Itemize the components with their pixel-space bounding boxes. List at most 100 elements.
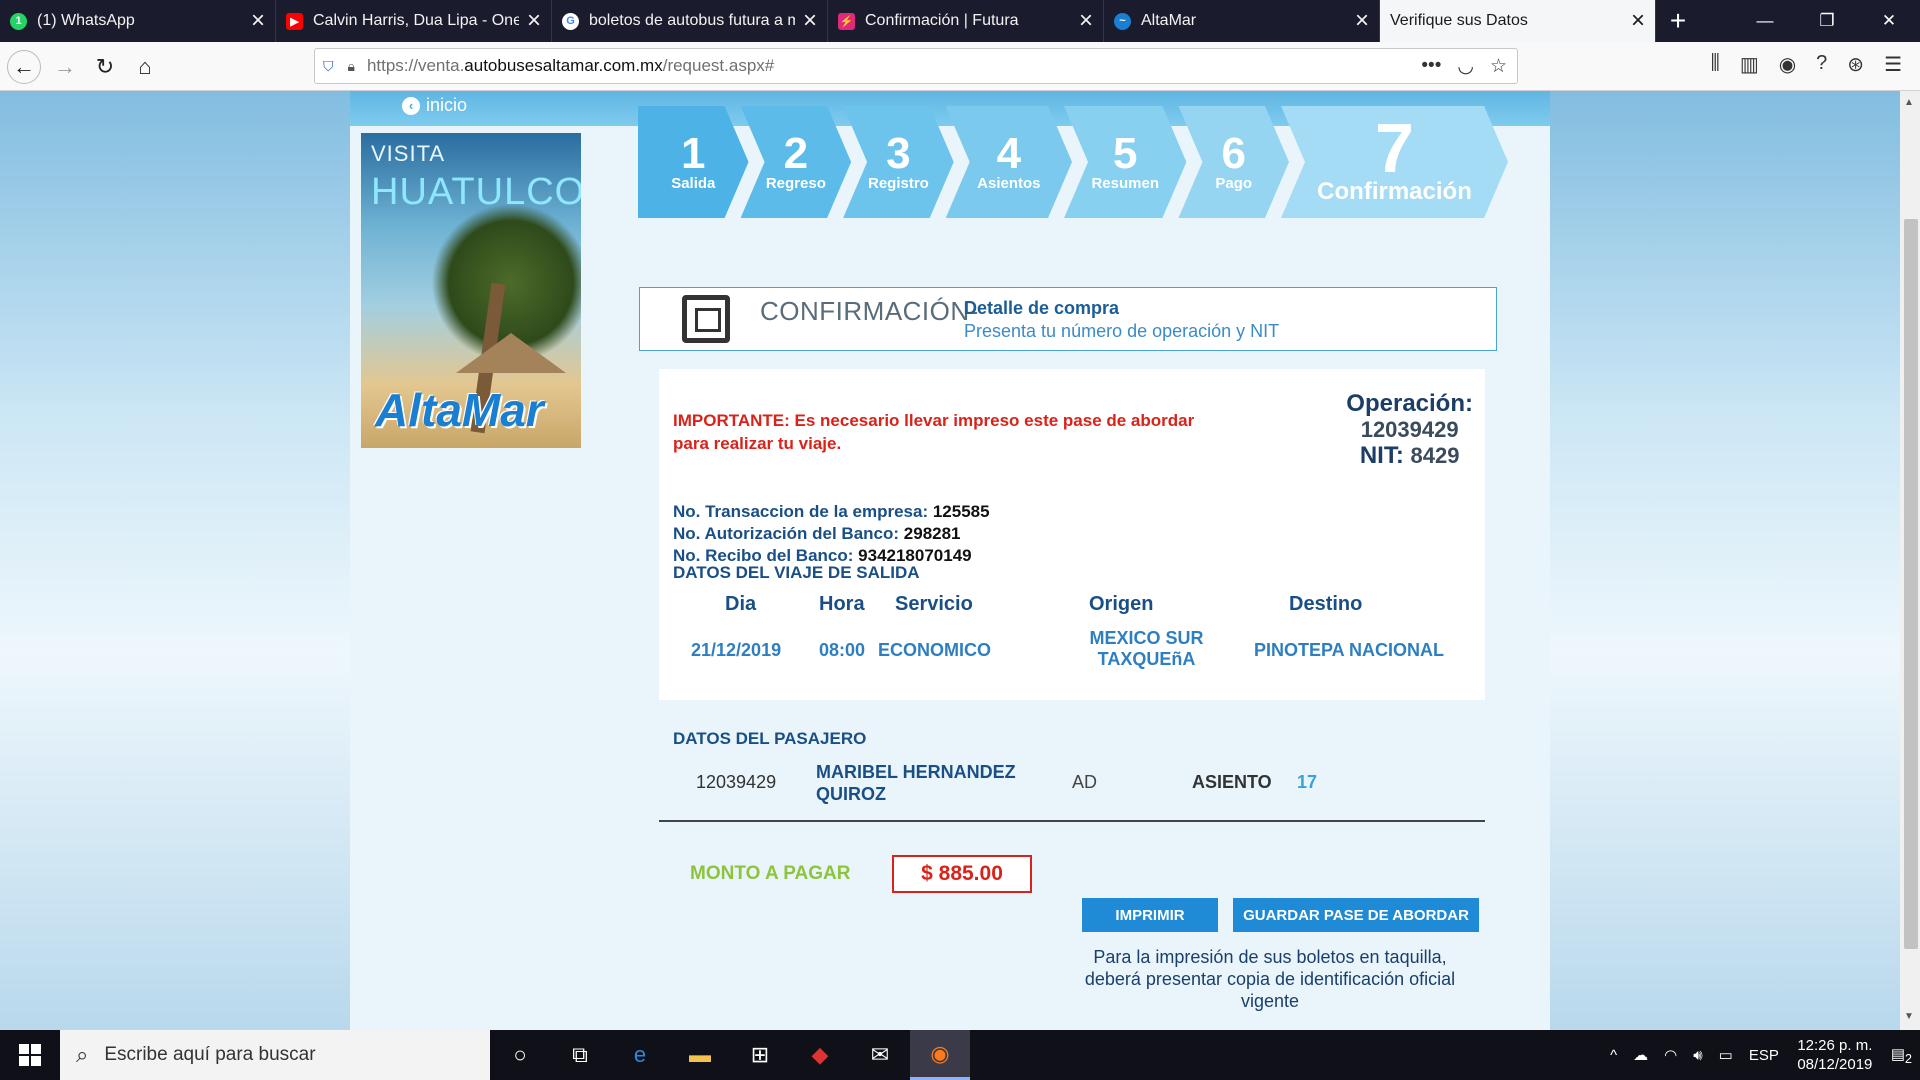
tracking-shield-icon[interactable]: ⛉ [323, 58, 334, 75]
page-viewport: ‹ inicio VISITA HUATULCO AltaMar 1 Salida… [0, 91, 1900, 1030]
windows-logo-icon [19, 1044, 41, 1066]
close-window-icon[interactable]: ✕ [1858, 0, 1920, 42]
print-button[interactable]: IMPRIMIR [1082, 898, 1218, 932]
close-tab-icon[interactable]: × [1079, 9, 1093, 33]
notifications-icon[interactable]: ▤2 [1891, 1045, 1912, 1066]
browser-tab[interactable]: ⚡ Confirmación | Futura × [828, 0, 1104, 42]
search-placeholder: Escribe aquí para buscar [104, 1044, 316, 1065]
scroll-up-icon[interactable]: ▲ [1904, 97, 1914, 108]
minimize-icon[interactable]: — [1734, 0, 1796, 42]
extension-icon[interactable]: ⊛ [1847, 52, 1864, 77]
browser-tab[interactable]: 1 (1) WhatsApp × [0, 0, 276, 42]
autorizacion-value: 298281 [903, 524, 961, 543]
whatsapp-icon: 1 [10, 12, 27, 30]
battery-icon[interactable]: ▭ [1719, 1046, 1733, 1064]
reload-icon[interactable]: ↻ [88, 50, 122, 84]
close-tab-icon[interactable]: × [251, 9, 265, 33]
sidebar-icon[interactable]: ▥ [1740, 52, 1759, 77]
close-tab-icon[interactable]: × [527, 9, 541, 33]
trip-header-dia: Dia [725, 593, 757, 615]
altamar-logo: AltaMar [375, 384, 544, 436]
firefox-icon[interactable]: ◉ [910, 1030, 970, 1080]
page-scrollbar[interactable]: ▲ ▼ [1900, 91, 1920, 1030]
search-icon: ⌕ [76, 1042, 89, 1067]
cloud-icon[interactable]: ☁ [1633, 1046, 1648, 1064]
google-icon: G [562, 12, 579, 30]
browser-tab-active[interactable]: Verifique sus Datos × [1380, 0, 1656, 42]
task-view-icon[interactable]: ⧉ [550, 1030, 610, 1080]
trip-cell-destino: PINOTEPA NACIONAL [1254, 640, 1445, 660]
pocket-icon[interactable]: ◡ [1457, 55, 1474, 78]
divider [659, 820, 1485, 822]
step-regreso: 2 Regreso [741, 106, 852, 218]
important-notice: IMPORTANTE: Es necesario llevar impreso … [673, 409, 1233, 455]
language-indicator[interactable]: ESP [1749, 1047, 1779, 1064]
tab-title: Confirmación | Futura [865, 12, 1019, 29]
taskbar-search[interactable]: ⌕ Escribe aquí para buscar [60, 1030, 490, 1080]
close-tab-icon[interactable]: × [803, 9, 817, 33]
menu-icon[interactable]: ☰ [1884, 52, 1902, 77]
step-pago: 6 Pago [1178, 106, 1289, 218]
tab-title: Verifique sus Datos [1390, 12, 1528, 29]
browser-tab[interactable]: G boletos de autobus futura a m × [552, 0, 828, 42]
restore-icon[interactable]: ❐ [1796, 0, 1858, 42]
clock[interactable]: 12:26 p. m. 08/12/2019 [1787, 1036, 1883, 1074]
step-salida: 1 Salida [638, 106, 749, 218]
tab-title: (1) WhatsApp [37, 12, 135, 29]
trip-cell-dia: 21/12/2019 [691, 640, 782, 660]
tab-title: Calvin Harris, Dua Lipa - One K [313, 12, 519, 29]
trip-cell-origen: MEXICO SUR TAXQUEñA [1089, 628, 1204, 669]
forward-icon[interactable]: → [48, 50, 82, 84]
edge-icon[interactable]: e [610, 1030, 670, 1080]
store-icon[interactable]: ⊞ [730, 1030, 790, 1080]
futura-icon: ⚡ [838, 12, 855, 30]
library-icon[interactable]: ⫼ [1711, 52, 1720, 77]
passenger-type: AD [1072, 772, 1098, 792]
account-icon[interactable]: ◉ [1779, 52, 1796, 77]
confirmation-subtitle: Detalle de compra [964, 298, 1120, 318]
seat-label: ASIENTO [1192, 772, 1272, 792]
operation-label: Operación: [1346, 390, 1473, 417]
address-bar[interactable]: ⛉ 🔒︎ https://venta.autobusesaltamar.com.… [314, 48, 1518, 84]
clock-time: 12:26 p. m. [1797, 1037, 1873, 1054]
volume-icon[interactable]: 🔊︎ [1693, 1047, 1702, 1064]
app-icon[interactable]: ◆ [790, 1030, 850, 1080]
file-explorer-icon[interactable]: ▬ [670, 1030, 730, 1080]
scrollbar-thumb[interactable] [1904, 219, 1918, 949]
tray-chevron-icon[interactable]: ^ [1610, 1047, 1617, 1064]
tab-title: AltaMar [1141, 12, 1197, 29]
lock-icon[interactable]: 🔒︎ [348, 58, 355, 75]
scroll-down-icon[interactable]: ▼ [1904, 1011, 1914, 1022]
start-button[interactable] [0, 1030, 60, 1080]
step-resumen: 5 Resumen [1064, 106, 1186, 218]
wifi-icon[interactable]: ◠ [1664, 1046, 1677, 1064]
browser-tab[interactable]: ~ AltaMar × [1104, 0, 1380, 42]
save-boarding-pass-button[interactable]: GUARDAR PASE DE ABORDAR [1233, 898, 1479, 932]
browser-tab-bar: 1 (1) WhatsApp × ▶ Calvin Harris, Dua Li… [0, 0, 1920, 42]
help-icon[interactable]: ? [1816, 52, 1827, 77]
back-icon[interactable]: ← [7, 50, 41, 84]
inicio-link[interactable]: ‹ inicio [402, 95, 467, 116]
autorizacion-label: No. Autorización del Banco: [673, 524, 900, 543]
new-tab-button[interactable]: + [1656, 0, 1700, 42]
browser-tab[interactable]: ▶ Calvin Harris, Dua Lipa - One K × [276, 0, 552, 42]
promo-banner[interactable]: VISITA HUATULCO AltaMar [361, 133, 581, 448]
page-actions-icon[interactable]: ••• [1421, 55, 1441, 78]
trip-cell-servicio: ECONOMICO [878, 640, 992, 660]
cortana-icon[interactable]: ○ [490, 1030, 550, 1080]
tab-title: boletos de autobus futura a m [589, 12, 795, 29]
home-icon[interactable]: ⌂ [128, 50, 162, 84]
step-confirmacion: 7 Confirmación [1281, 106, 1508, 218]
operation-value: 12039429 [1360, 417, 1459, 442]
confirmation-hint: Presenta tu número de operación y NIT [964, 321, 1280, 341]
transaccion-value: 125585 [932, 502, 990, 521]
promo-place: HUATULCO [371, 171, 581, 213]
bookmark-star-icon[interactable]: ☆ [1490, 55, 1507, 78]
mail-icon[interactable]: ✉ [850, 1030, 910, 1080]
close-tab-icon[interactable]: × [1355, 9, 1369, 33]
important-label: IMPORTANTE: [673, 411, 790, 430]
youtube-icon: ▶ [286, 12, 303, 30]
step-asientos: 4 Asientos [946, 106, 1072, 218]
close-tab-icon[interactable]: × [1631, 9, 1645, 33]
trip-header-servicio: Servicio [895, 593, 973, 615]
